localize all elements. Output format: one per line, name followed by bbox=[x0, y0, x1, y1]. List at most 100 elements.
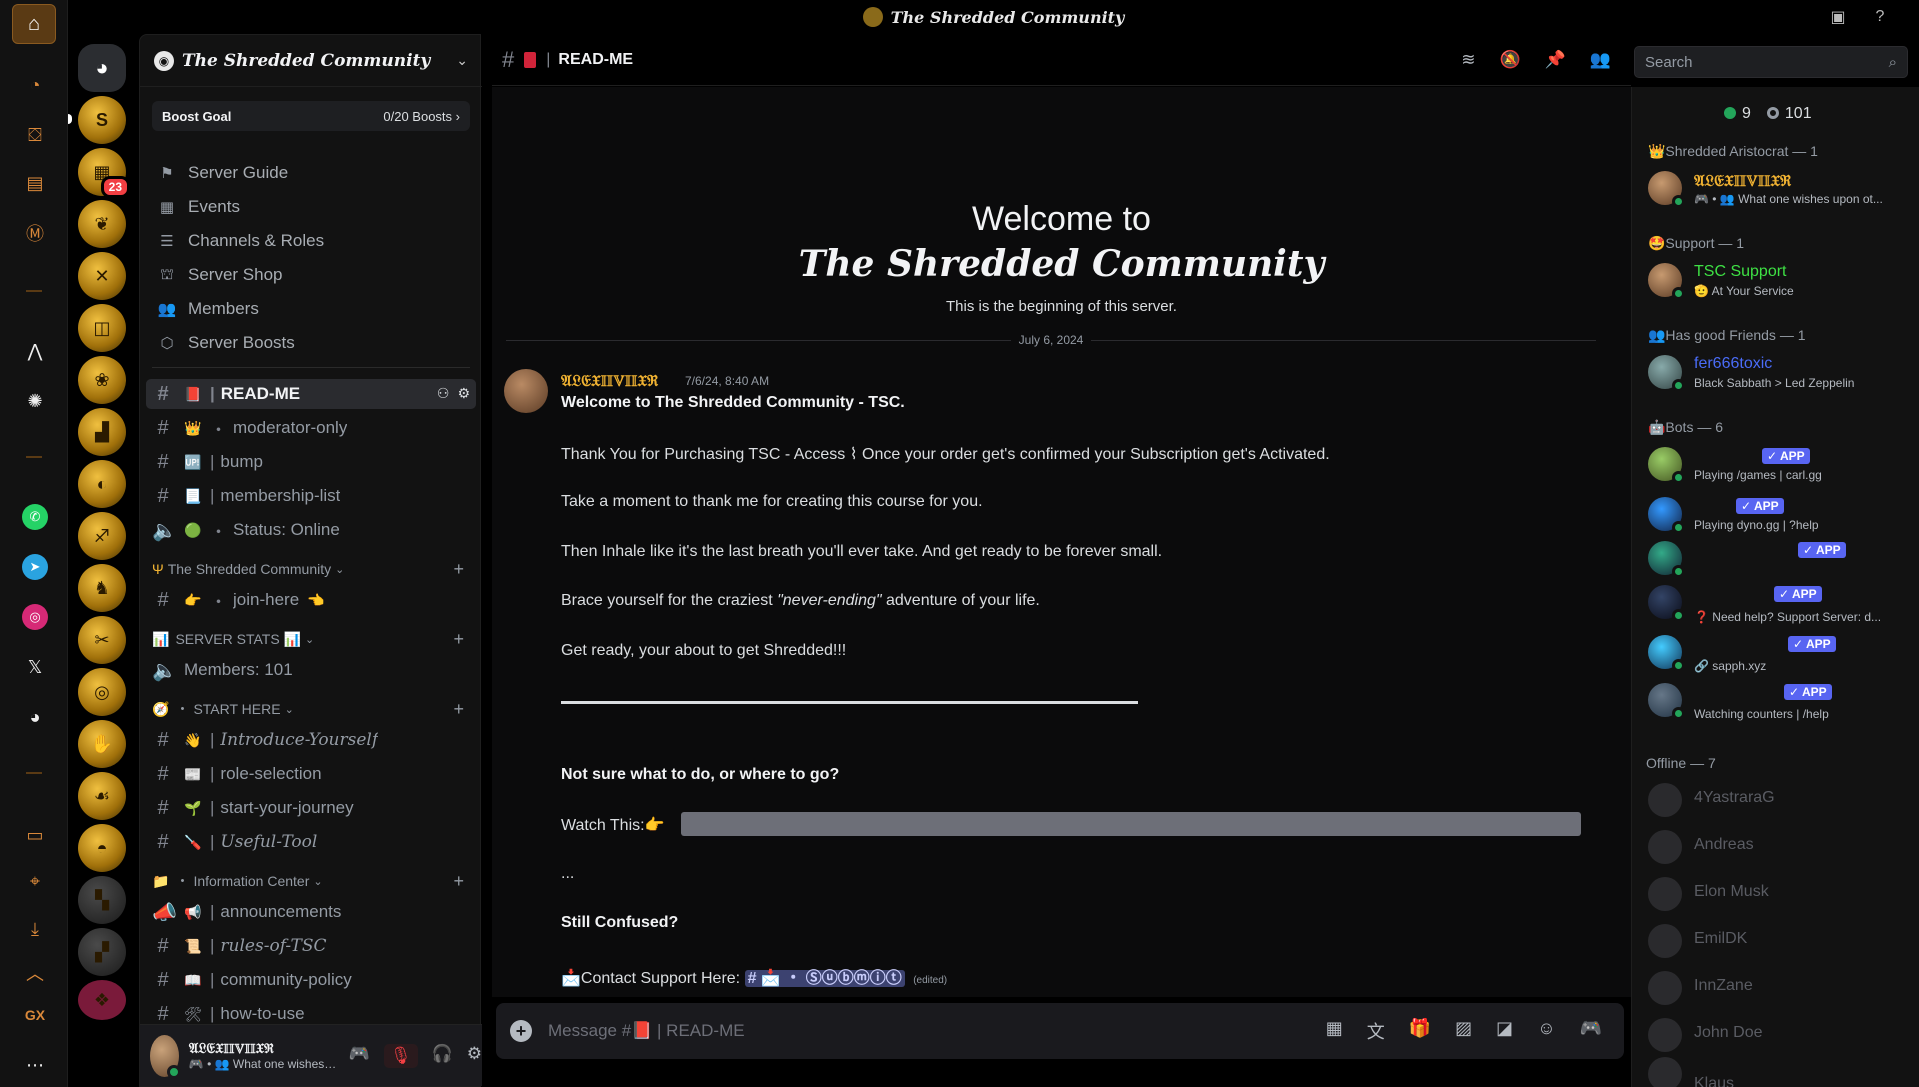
category-information-center[interactable]: 📁 ・ Information Center ⌄ + bbox=[152, 871, 470, 891]
attach-button[interactable]: + bbox=[510, 1020, 532, 1042]
server-icon[interactable]: ◫ bbox=[78, 304, 126, 352]
server-icon[interactable]: ◐ bbox=[78, 460, 126, 508]
boost-goal-bar[interactable]: Boost Goal 0/20 Boosts › bbox=[152, 101, 470, 131]
member-row[interactable]: 𝔄𝔏𝔈𝔛𝕀𝕀𝕍𝕀𝕀𝔛ℜ 🎮 • 👥 What one wishes upon o… bbox=[1648, 167, 1910, 211]
message-avatar[interactable] bbox=[504, 369, 548, 413]
add-channel-button[interactable]: + bbox=[453, 559, 464, 580]
category-server-stats[interactable]: 📊 SERVER STATS 📊 ⌄ + bbox=[152, 629, 470, 649]
bot-row[interactable]: ✓ APP Playing dyno.gg | ?help bbox=[1648, 493, 1910, 537]
message-composer[interactable]: + Message #📕 | READ-ME ▦ 文 🎁 ▨ ◪ ☺ 🎮 bbox=[496, 1003, 1624, 1059]
member-row-offline[interactable]: Klaus bbox=[1648, 1053, 1910, 1087]
channel-start-your-journey[interactable]: # 🌱 | start-your-journey bbox=[146, 793, 476, 823]
emoji-icon[interactable]: ☺ bbox=[1537, 1018, 1555, 1044]
aria-icon[interactable]: ⋀ bbox=[20, 336, 50, 366]
avatar[interactable] bbox=[150, 1034, 181, 1079]
server-icon[interactable]: ✕ bbox=[78, 252, 126, 300]
mic-muted-icon[interactable]: 🎙 bbox=[383, 1043, 418, 1068]
server-folder[interactable]: ▞ bbox=[78, 928, 126, 976]
channel-rules-of-tsc[interactable]: # 📜 | rules-of-TSC bbox=[146, 931, 476, 961]
speed-dial-icon[interactable]: ◔ bbox=[20, 70, 50, 100]
message-author[interactable]: 𝔄𝔏𝔈𝔛𝕀𝕀𝕍𝕀𝕀𝔛ℜ bbox=[561, 371, 658, 391]
bot-row[interactable]: ✓ APP 🔗 sapph.xyz bbox=[1648, 631, 1910, 675]
x-icon[interactable]: 𝕏 bbox=[20, 652, 50, 682]
channel-introduce-yourself[interactable]: # 👋 | Introduce-Yourself bbox=[146, 725, 476, 755]
add-channel-button[interactable]: + bbox=[453, 871, 464, 892]
server-icon[interactable]: ❖ bbox=[78, 980, 126, 1020]
bot-row[interactable]: ✓ APP Playing /games | carl.gg bbox=[1648, 443, 1910, 487]
server-icon[interactable]: ♞ bbox=[78, 564, 126, 612]
shopping-bag-icon[interactable]: ⛋ bbox=[20, 120, 50, 150]
notes-icon[interactable]: ▭ bbox=[20, 820, 50, 850]
sticker-icon[interactable]: ◪ bbox=[1496, 1018, 1513, 1044]
headphones-icon[interactable]: 🎧 bbox=[432, 1044, 453, 1068]
channel-members-count[interactable]: 🔈 Members: 101 bbox=[146, 655, 476, 685]
add-channel-button[interactable]: + bbox=[453, 629, 464, 650]
server-icon[interactable]: ☙ bbox=[78, 772, 126, 820]
channel-moderator-only[interactable]: # 👑 ・ moderator-only bbox=[146, 413, 476, 443]
spoiler-block[interactable] bbox=[681, 812, 1581, 836]
collapse-icon[interactable]: ︿ bbox=[20, 958, 50, 988]
help-icon[interactable]: ? bbox=[1869, 6, 1891, 28]
channel-read-me[interactable]: # 📕 | READ-ME ⚇ ⚙ bbox=[146, 379, 476, 409]
gif-icon[interactable]: ▨ bbox=[1455, 1018, 1472, 1044]
gear-icon[interactable]: ⚙ bbox=[467, 1044, 482, 1068]
downloads-icon[interactable]: ⤓ bbox=[20, 914, 50, 944]
pin-icon[interactable]: 📌 bbox=[1545, 50, 1566, 70]
member-row-offline[interactable]: EmilDK bbox=[1648, 920, 1910, 964]
server-icon[interactable]: ✂ bbox=[78, 616, 126, 664]
whatsapp-icon[interactable]: ✆ bbox=[20, 502, 50, 532]
members-icon[interactable]: 👥 bbox=[1590, 50, 1611, 70]
apps-icon[interactable]: 🎮 bbox=[1580, 1018, 1602, 1044]
home-icon[interactable]: ⌂ bbox=[12, 4, 56, 44]
channel-useful-tool[interactable]: # 🪛 | Useful-Tool bbox=[146, 827, 476, 857]
notification-muted-icon[interactable]: 🔕 bbox=[1499, 50, 1520, 70]
nav-members[interactable]: 👥 Members bbox=[152, 295, 470, 323]
direct-messages-button[interactable]: ◕ bbox=[78, 44, 126, 92]
search-input[interactable]: Search ⌕ bbox=[1634, 46, 1908, 78]
server-icon[interactable]: ▦ 23 bbox=[78, 148, 130, 198]
server-header[interactable]: ◉ The Shredded Community ⌄ bbox=[140, 35, 482, 87]
server-folder[interactable]: ▚ bbox=[78, 876, 126, 924]
member-row-offline[interactable]: InnZane bbox=[1648, 967, 1910, 1011]
nav-events[interactable]: ▦ Events bbox=[152, 193, 470, 221]
calendar-icon[interactable]: ▦ bbox=[1326, 1018, 1343, 1044]
mail-icon[interactable]: Ⓜ bbox=[20, 218, 50, 248]
gear-icon[interactable]: ⚙ bbox=[457, 385, 470, 402]
channel-status-online[interactable]: 🔈 🟢 ・ Status: Online bbox=[146, 515, 476, 545]
channel-membership-list[interactable]: # 📃 | membership-list bbox=[146, 481, 476, 511]
gamepad-icon[interactable]: 🎮 bbox=[349, 1044, 370, 1068]
telegram-icon[interactable]: ➤ bbox=[20, 552, 50, 582]
server-icon-shredded[interactable]: S bbox=[68, 96, 126, 144]
member-row-offline[interactable]: Andreas bbox=[1648, 826, 1910, 870]
server-icon[interactable]: ❦ bbox=[78, 200, 126, 248]
member-row-offline[interactable]: John Doe bbox=[1648, 1014, 1910, 1058]
channel-announcements[interactable]: 📣 📢 | announcements bbox=[146, 897, 476, 927]
nav-server-boosts[interactable]: ⬡ Server Boosts bbox=[152, 329, 470, 357]
instagram-icon[interactable]: ◎ bbox=[20, 602, 50, 632]
message-input[interactable]: Message #📕 | READ-ME bbox=[548, 1021, 1326, 1041]
invite-icon[interactable]: ⚇ bbox=[437, 385, 450, 402]
bot-row[interactable]: ✓ APP ❓ Need help? Support Server: d... bbox=[1648, 581, 1910, 625]
nav-server-shop[interactable]: ⛫ Server Shop bbox=[152, 261, 470, 289]
category-start-here[interactable]: 🧭 ・ START HERE ⌄ + bbox=[152, 699, 470, 719]
channel-bump[interactable]: # 🆙 | bump bbox=[146, 447, 476, 477]
server-icon[interactable]: ◓ bbox=[78, 824, 126, 872]
threads-icon[interactable]: ≋ bbox=[1461, 50, 1475, 70]
server-icon[interactable]: ✋ bbox=[78, 720, 126, 768]
channel-join-here[interactable]: # 👉 ・ join-here 👈 bbox=[146, 585, 476, 615]
discord-icon[interactable]: ◕ bbox=[20, 702, 50, 732]
add-channel-button[interactable]: + bbox=[453, 699, 464, 720]
channel-community-policy[interactable]: # 📖 | community-policy bbox=[146, 965, 476, 995]
bot-row[interactable]: ✓ APP Watching counters | /help bbox=[1648, 679, 1910, 723]
more-icon[interactable]: ⋯ bbox=[20, 1050, 50, 1080]
server-icon[interactable]: ♐ bbox=[78, 512, 126, 560]
news-icon[interactable]: ▤ bbox=[20, 168, 50, 198]
member-row[interactable]: TSC Support 🫡 At Your Service bbox=[1648, 259, 1910, 303]
bot-row[interactable]: ✓ APP bbox=[1648, 537, 1910, 581]
gx-icon[interactable]: GX bbox=[20, 1000, 50, 1030]
translate-icon[interactable]: 文 bbox=[1367, 1018, 1385, 1044]
channel-mention[interactable]: # 📩 ・ Ⓢⓤⓑⓜⓘⓣ bbox=[744, 970, 905, 987]
category-the-shredded-community[interactable]: Ψ The Shredded Community ⌄ + bbox=[152, 559, 470, 579]
pin-icon[interactable]: ⌖ bbox=[20, 866, 50, 896]
server-icon[interactable]: ▟ bbox=[78, 408, 126, 456]
